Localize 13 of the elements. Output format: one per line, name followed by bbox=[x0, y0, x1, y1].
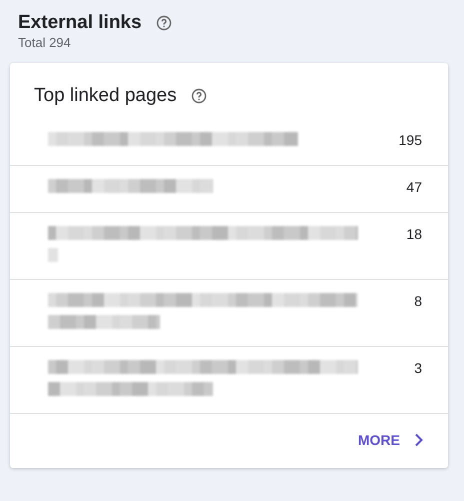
blurred-text bbox=[48, 248, 58, 262]
total-count: Total 294 bbox=[18, 35, 72, 50]
link-count: 8 bbox=[414, 293, 422, 309]
card-title: Top linked pages bbox=[34, 85, 177, 107]
link-count: 47 bbox=[406, 179, 422, 195]
link-count: 3 bbox=[414, 360, 422, 376]
help-icon[interactable] bbox=[156, 15, 172, 31]
link-count: 195 bbox=[398, 132, 422, 148]
more-button[interactable]: MORE bbox=[354, 426, 428, 454]
section-title: External links bbox=[18, 12, 142, 34]
link-count: 18 bbox=[406, 226, 422, 242]
chevron-icon bbox=[414, 433, 424, 447]
help-icon[interactable] bbox=[190, 88, 207, 104]
